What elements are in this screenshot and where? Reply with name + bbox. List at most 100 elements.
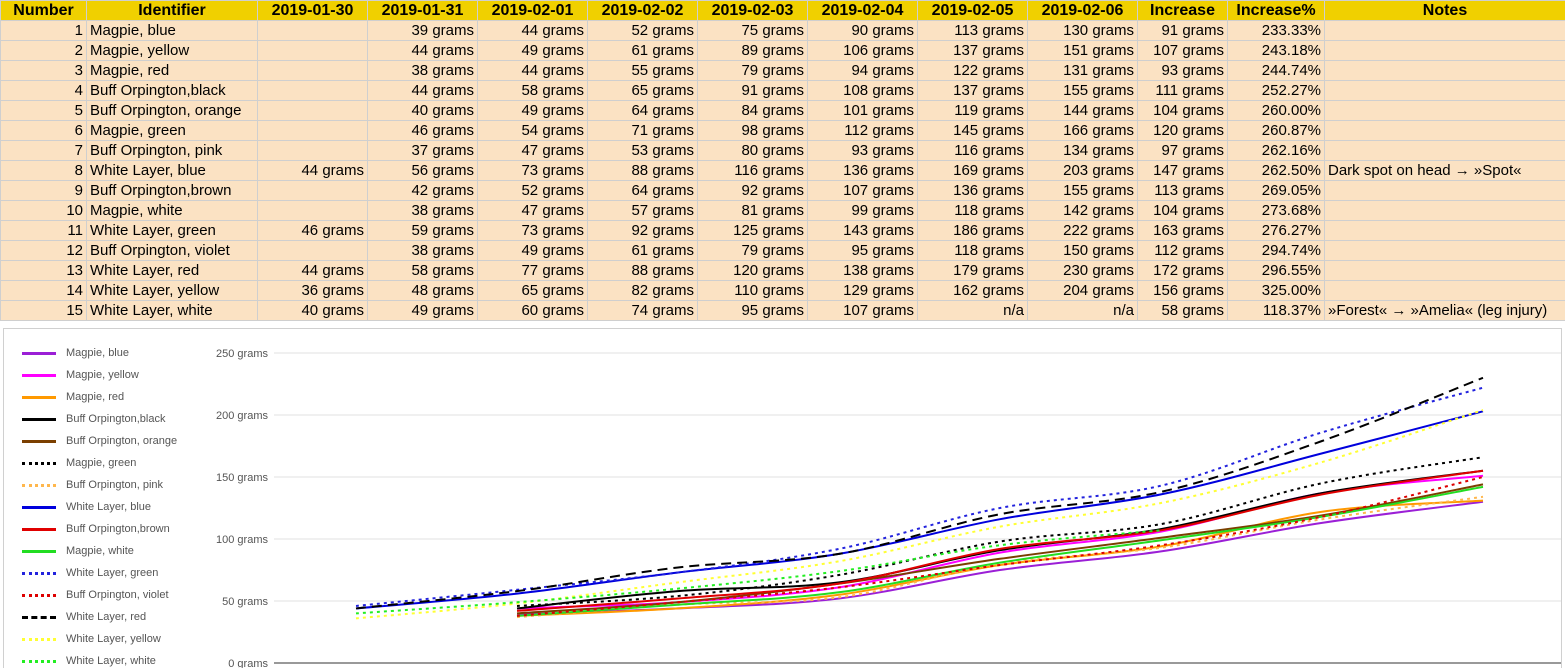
table-cell[interactable]: 120 grams [697,260,808,281]
table-cell[interactable] [257,200,368,221]
table-cell[interactable]: 112 grams [807,120,918,141]
column-header[interactable]: 2019-01-30 [257,0,368,21]
table-cell[interactable] [1324,140,1565,161]
table-cell[interactable]: 88 grams [587,260,698,281]
table-cell[interactable]: 61 grams [587,40,698,61]
table-cell[interactable]: 97 grams [1137,140,1228,161]
table-cell[interactable]: 58 grams [477,80,588,101]
table-cell[interactable]: 91 grams [1137,20,1228,41]
table-cell[interactable]: 71 grams [587,120,698,141]
table-cell[interactable]: Magpie, blue [86,20,258,41]
table-cell[interactable]: 38 grams [367,200,478,221]
series-line[interactable] [355,376,1484,610]
table-cell[interactable]: 12 [0,240,87,261]
table-cell[interactable] [257,240,368,261]
table-cell[interactable]: 269.05% [1227,180,1325,201]
table-cell[interactable]: 92 grams [697,180,808,201]
table-cell[interactable]: 131 grams [1027,60,1138,81]
table-cell[interactable]: 64 grams [587,100,698,121]
table-cell[interactable]: 15 [0,300,87,321]
table-cell[interactable] [257,80,368,101]
table-cell[interactable]: n/a [1027,300,1138,321]
column-header[interactable]: Notes [1324,0,1565,21]
table-cell[interactable]: 93 grams [1137,60,1228,81]
table-cell[interactable]: 5 [0,100,87,121]
table-cell[interactable]: White Layer, blue [86,160,258,181]
table-cell[interactable]: 3 [0,60,87,81]
table-cell[interactable] [1324,80,1565,101]
table-cell[interactable]: 88 grams [587,160,698,181]
table-cell[interactable]: 113 grams [1137,180,1228,201]
legend-item[interactable]: Buff Orpington, violet [22,586,212,608]
table-cell[interactable] [1324,120,1565,141]
table-cell[interactable]: Buff Orpington, orange [86,100,258,121]
table-cell[interactable]: 95 grams [697,300,808,321]
table-cell[interactable]: 276.27% [1227,220,1325,241]
table-cell[interactable] [257,140,368,161]
table-cell[interactable]: Magpie, red [86,60,258,81]
table-cell[interactable]: 116 grams [917,140,1028,161]
table-cell[interactable]: 52 grams [587,20,698,41]
table-cell[interactable]: 8 [0,160,87,181]
table-cell[interactable]: 44 grams [477,20,588,41]
table-cell[interactable]: 138 grams [807,260,918,281]
table-cell[interactable]: 120 grams [1137,120,1228,141]
column-header[interactable]: Identifier [86,0,258,21]
table-cell[interactable] [1324,200,1565,221]
table-cell[interactable] [257,60,368,81]
table-cell[interactable] [1324,20,1565,41]
table-cell[interactable]: 40 grams [367,100,478,121]
table-cell[interactable]: 294.74% [1227,240,1325,261]
table-cell[interactable]: 104 grams [1137,200,1228,221]
table-cell[interactable]: 99 grams [807,200,918,221]
table-cell[interactable]: 233.33% [1227,20,1325,41]
table-cell[interactable]: 74 grams [587,300,698,321]
table-cell[interactable]: 101 grams [807,100,918,121]
table-cell[interactable]: 273.68% [1227,200,1325,221]
table-cell[interactable]: 156 grams [1137,280,1228,301]
table-cell[interactable]: 129 grams [807,280,918,301]
table-cell[interactable]: 47 grams [477,140,588,161]
table-cell[interactable]: 137 grams [917,80,1028,101]
table-cell[interactable] [1324,40,1565,61]
legend-item[interactable]: Buff Orpington, pink [22,476,212,498]
table-cell[interactable]: 82 grams [587,280,698,301]
table-cell[interactable]: 260.00% [1227,100,1325,121]
table-cell[interactable] [257,20,368,41]
series-line[interactable] [516,456,1484,607]
table-cell[interactable]: Magpie, white [86,200,258,221]
table-cell[interactable]: 113 grams [917,20,1028,41]
table-cell[interactable]: 2 [0,40,87,61]
series-line[interactable] [355,409,1484,620]
line-chart[interactable]: 0 grams 50 grams 100 grams 150 grams 200 gra… [3,328,1562,668]
legend-item[interactable]: Buff Orpington,brown [22,520,212,542]
table-cell[interactable]: 61 grams [587,240,698,261]
table-cell[interactable]: 147 grams [1137,160,1228,181]
legend-item[interactable]: Magpie, green [22,454,212,476]
series-line[interactable] [516,485,1484,617]
table-cell[interactable]: 44 grams [257,160,368,181]
table-cell[interactable]: 37 grams [367,140,478,161]
table-cell[interactable]: 54 grams [477,120,588,141]
table-cell[interactable]: Buff Orpington,brown [86,180,258,201]
table-cell[interactable]: 122 grams [917,60,1028,81]
table-cell[interactable]: 84 grams [697,100,808,121]
table-cell[interactable]: 10 [0,200,87,221]
series-line[interactable] [516,474,1484,610]
table-cell[interactable]: 106 grams [807,40,918,61]
table-cell[interactable]: 59 grams [367,220,478,241]
table-cell[interactable]: 118 grams [917,240,1028,261]
series-line[interactable] [516,469,1484,612]
table-cell[interactable]: 49 grams [477,40,588,61]
column-header[interactable]: Increase [1137,0,1228,21]
series-line[interactable] [516,476,1484,617]
table-cell[interactable]: 150 grams [1027,240,1138,261]
table-cell[interactable]: 118 grams [917,200,1028,221]
table-cell[interactable]: 53 grams [587,140,698,161]
table-cell[interactable]: White Layer, red [86,260,258,281]
table-cell[interactable] [1324,100,1565,121]
table-cell[interactable] [1324,60,1565,81]
table-cell[interactable]: 107 grams [807,300,918,321]
table-cell[interactable]: 36 grams [257,280,368,301]
table-cell[interactable]: 166 grams [1027,120,1138,141]
